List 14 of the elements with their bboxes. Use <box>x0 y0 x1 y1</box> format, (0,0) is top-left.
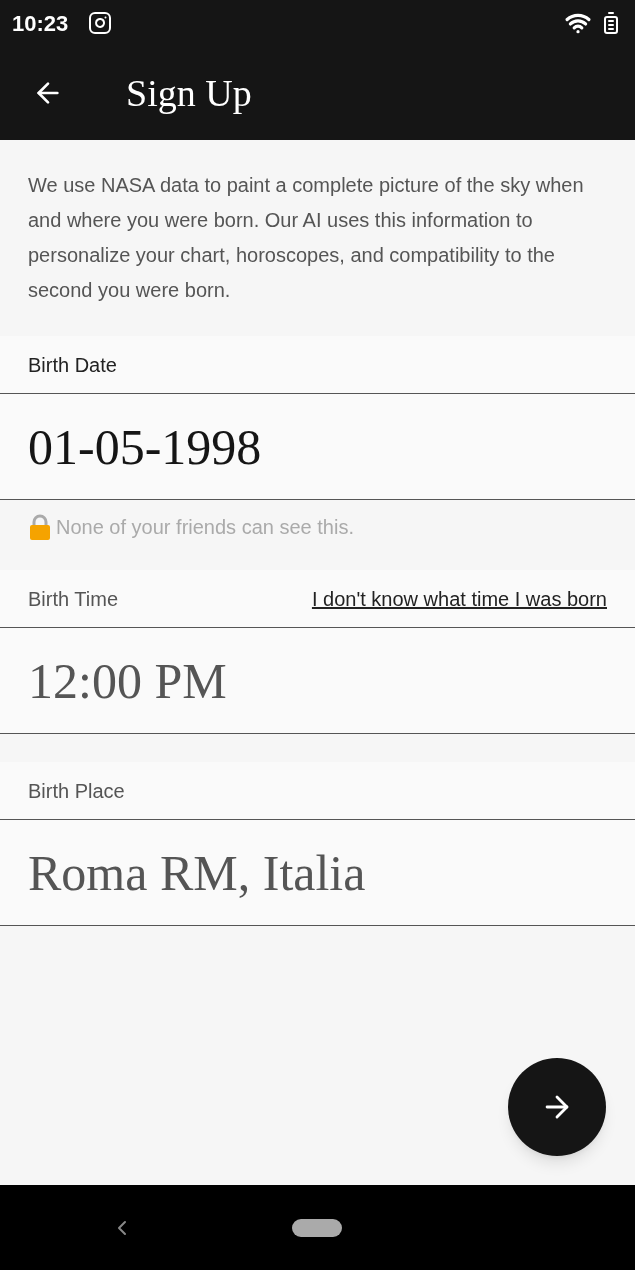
privacy-note: None of your friends can see this. <box>56 515 354 540</box>
padlock-icon <box>28 514 52 540</box>
status-time: 10:23 <box>12 9 69 38</box>
field-input[interactable]: Roma RM, Italia <box>0 820 635 926</box>
field-label: Birth Time <box>28 586 119 612</box>
field-input[interactable]: 12:00 PM <box>0 628 635 734</box>
field-input[interactable]: 01-05-1998 <box>0 394 635 500</box>
field-label: Birth Place <box>28 778 125 804</box>
camera-app-icon <box>88 11 113 35</box>
intro-text: We use NASA data to paint a complete picture of the sky when and where you were born. Our AI uses this information to personalize your chart, horoscopes, and compatibility to the second you were born. <box>28 173 585 303</box>
page-title: Sign Up <box>126 70 252 116</box>
home-pill[interactable] <box>292 1218 342 1237</box>
field-label: Birth Date <box>28 352 117 378</box>
unknown-time-link[interactable]: I don't know what time I was born <box>311 583 607 614</box>
